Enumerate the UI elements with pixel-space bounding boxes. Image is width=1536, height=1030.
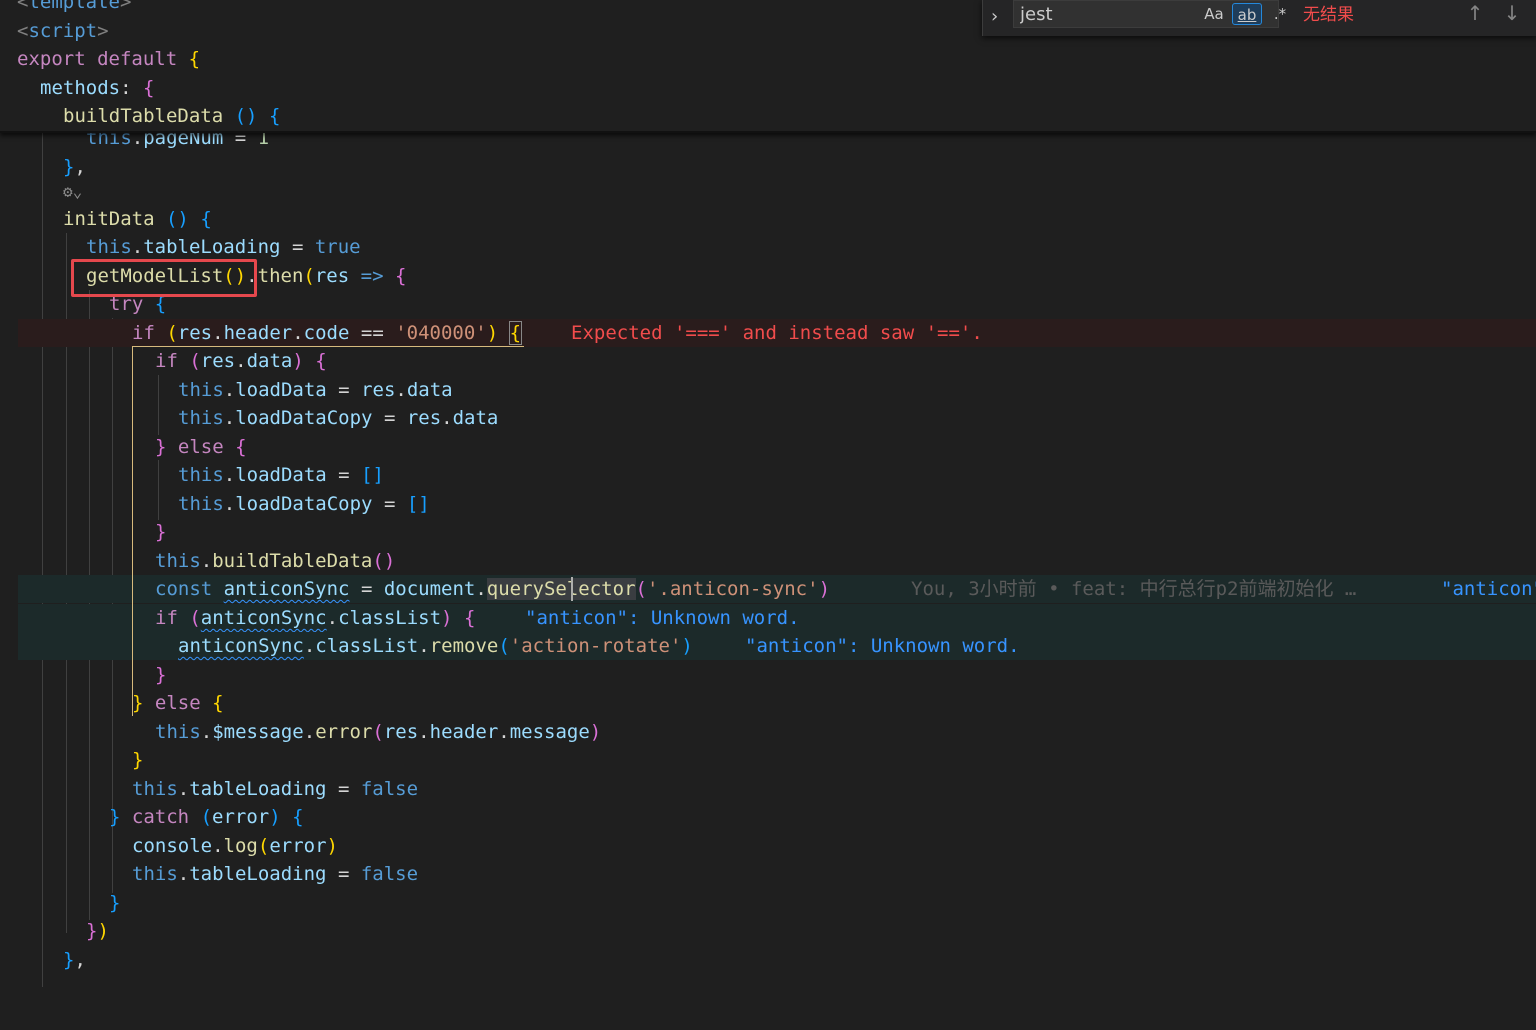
code-line: } [132, 749, 144, 771]
code-line-highlighted: if (anticonSync.classList) { "anticon": … [18, 604, 1536, 632]
code-line: }) [86, 920, 109, 942]
code-line: this.loadData = res.data [178, 379, 453, 401]
code-line: this.loadDataCopy = res.data [178, 407, 499, 429]
sticky-line[interactable]: buildTableData () { [0, 102, 1536, 130]
find-widget: › Aa ab .* 无结果 ↑ ↓ [982, 0, 1536, 36]
code-line: } [109, 892, 121, 914]
code-line: this.buildTableData() [155, 550, 396, 572]
code-line: initData () { [63, 208, 212, 230]
settings-lens-icon[interactable]: ⚙⌄ [63, 178, 82, 206]
code-line-highlighted: anticonSync.classList.remove('action-rot… [18, 632, 1536, 660]
code-line: ⚙⌄ [0, 178, 1536, 206]
find-input[interactable] [1020, 1, 1190, 27]
code-line: this.tableLoading = true [86, 236, 361, 258]
find-status: 无结果 [1303, 5, 1354, 25]
match-whole-word-button[interactable]: ab [1232, 3, 1262, 25]
code-line-error: if (res.header.code == '040000') { Expec… [18, 319, 1536, 347]
code-line: } else { [132, 692, 224, 714]
git-blame-annotation: You, 3小时前 • feat: 中行总行p2前端初始化 … [911, 578, 1357, 600]
sticky-line[interactable]: export default { [0, 45, 1536, 73]
toggle-replace-chevron-icon[interactable]: › [991, 4, 1011, 30]
code-line: }, [63, 949, 86, 971]
use-regex-button[interactable]: .* [1268, 3, 1292, 25]
info-diagnostic: "anticon": Unknown word. [745, 635, 1020, 657]
code-line: console.log(error) [132, 835, 338, 857]
code-line: if (res.data) { [155, 350, 327, 372]
find-input-box[interactable]: Aa ab .* [1013, 0, 1286, 28]
code-line-highlighted: const anticonSync = document.querySelect… [18, 575, 1536, 603]
code-line: } [155, 521, 167, 543]
info-diagnostic: "anticon": Unknown word. [525, 607, 800, 629]
code-line: this.tableLoading = false [132, 778, 419, 800]
code-line: } [155, 664, 167, 686]
previous-match-arrow-up-icon[interactable]: ↑ [1463, 0, 1487, 26]
code-line: this.loadDataCopy = [] [178, 493, 430, 515]
code-line: this.loadData = [] [178, 464, 384, 486]
code-line: } else { [155, 436, 247, 458]
code-line: }, [63, 156, 86, 178]
code-line: } catch (error) { [109, 806, 304, 828]
text-cursor [571, 577, 573, 601]
match-case-button[interactable]: Aa [1202, 3, 1226, 25]
error-diagnostic: Expected '===' and instead saw '=='. [571, 322, 983, 344]
annotation-highlight-box [71, 259, 257, 297]
sticky-line[interactable]: methods: { [0, 74, 1536, 102]
code-editor[interactable]: this.pageNum = 1 }, ⚙⌄ initData () { thi… [0, 0, 1536, 987]
code-line: this.$message.error(res.header.message) [155, 721, 602, 743]
info-diagnostic: "anticon" [1441, 578, 1536, 600]
next-match-arrow-down-icon[interactable]: ↓ [1500, 0, 1524, 26]
code-line: this.tableLoading = false [132, 863, 419, 885]
